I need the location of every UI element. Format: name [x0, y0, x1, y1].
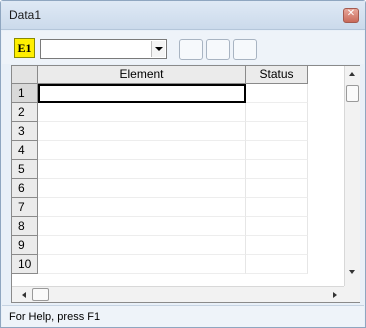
toolbar: E1	[2, 31, 364, 64]
element-button[interactable]: E1	[14, 38, 35, 58]
scroll-corner	[344, 286, 360, 302]
row-header[interactable]: 5	[12, 160, 38, 179]
element-cell[interactable]	[38, 198, 246, 217]
horizontal-scroll-thumb[interactable]	[32, 288, 49, 301]
column-header-status[interactable]: Status	[246, 66, 308, 84]
element-cell[interactable]	[38, 179, 246, 198]
status-cell[interactable]	[246, 236, 308, 255]
row-header[interactable]: 2	[12, 103, 38, 122]
arrow-up-icon[interactable]	[349, 72, 355, 76]
element-cell[interactable]	[38, 122, 246, 141]
status-cell[interactable]	[246, 179, 308, 198]
horizontal-scrollbar[interactable]	[12, 286, 344, 302]
status-cell[interactable]	[246, 122, 308, 141]
toolbar-button-3[interactable]	[233, 39, 257, 60]
toolbar-button-2[interactable]	[206, 39, 230, 60]
element-cell[interactable]	[38, 103, 246, 122]
status-cell[interactable]	[246, 255, 308, 274]
data-window: Data1 ✕ E1 Element Status 1 2 3 4 5 6 7 8 9 10	[0, 0, 366, 328]
arrow-left-icon[interactable]	[22, 292, 26, 298]
close-icon: ✕	[346, 8, 356, 19]
close-button[interactable]: ✕	[343, 8, 359, 23]
status-cell[interactable]	[246, 160, 308, 179]
status-text: For Help, press F1	[9, 311, 101, 323]
arrow-down-icon[interactable]	[349, 270, 355, 274]
column-header-element[interactable]: Element	[38, 66, 246, 84]
arrow-right-icon[interactable]	[333, 292, 337, 298]
vertical-scrollbar[interactable]	[344, 66, 360, 286]
toolbar-button-1[interactable]	[179, 39, 203, 60]
status-cell[interactable]	[246, 217, 308, 236]
status-cell[interactable]	[246, 198, 308, 217]
window-title: Data1	[9, 8, 42, 22]
status-cell[interactable]	[246, 141, 308, 160]
element-cell[interactable]	[38, 160, 246, 179]
element-cell[interactable]	[38, 84, 246, 103]
element-cell[interactable]	[38, 236, 246, 255]
status-bar: For Help, press F1	[2, 305, 364, 327]
status-cell[interactable]	[246, 103, 308, 122]
row-header[interactable]: 9	[12, 236, 38, 255]
data-grid: Element Status 1 2 3 4 5 6 7 8 9 10	[11, 65, 360, 303]
vertical-scroll-thumb[interactable]	[346, 85, 359, 102]
element-combo-box[interactable]	[40, 39, 167, 59]
row-header[interactable]: 6	[12, 179, 38, 198]
row-header[interactable]: 10	[12, 255, 38, 274]
row-header[interactable]: 7	[12, 198, 38, 217]
element-cell[interactable]	[38, 141, 246, 160]
row-header[interactable]: 8	[12, 217, 38, 236]
chevron-down-icon[interactable]	[151, 41, 165, 57]
status-cell[interactable]	[246, 84, 308, 103]
title-bar[interactable]: Data1 ✕	[1, 1, 365, 30]
element-cell[interactable]	[38, 217, 246, 236]
element-cell[interactable]	[38, 255, 246, 274]
grid-corner[interactable]	[12, 66, 38, 84]
row-header[interactable]: 4	[12, 141, 38, 160]
row-header[interactable]: 3	[12, 122, 38, 141]
row-header[interactable]: 1	[12, 84, 38, 103]
grid-empty-area	[308, 84, 344, 285]
